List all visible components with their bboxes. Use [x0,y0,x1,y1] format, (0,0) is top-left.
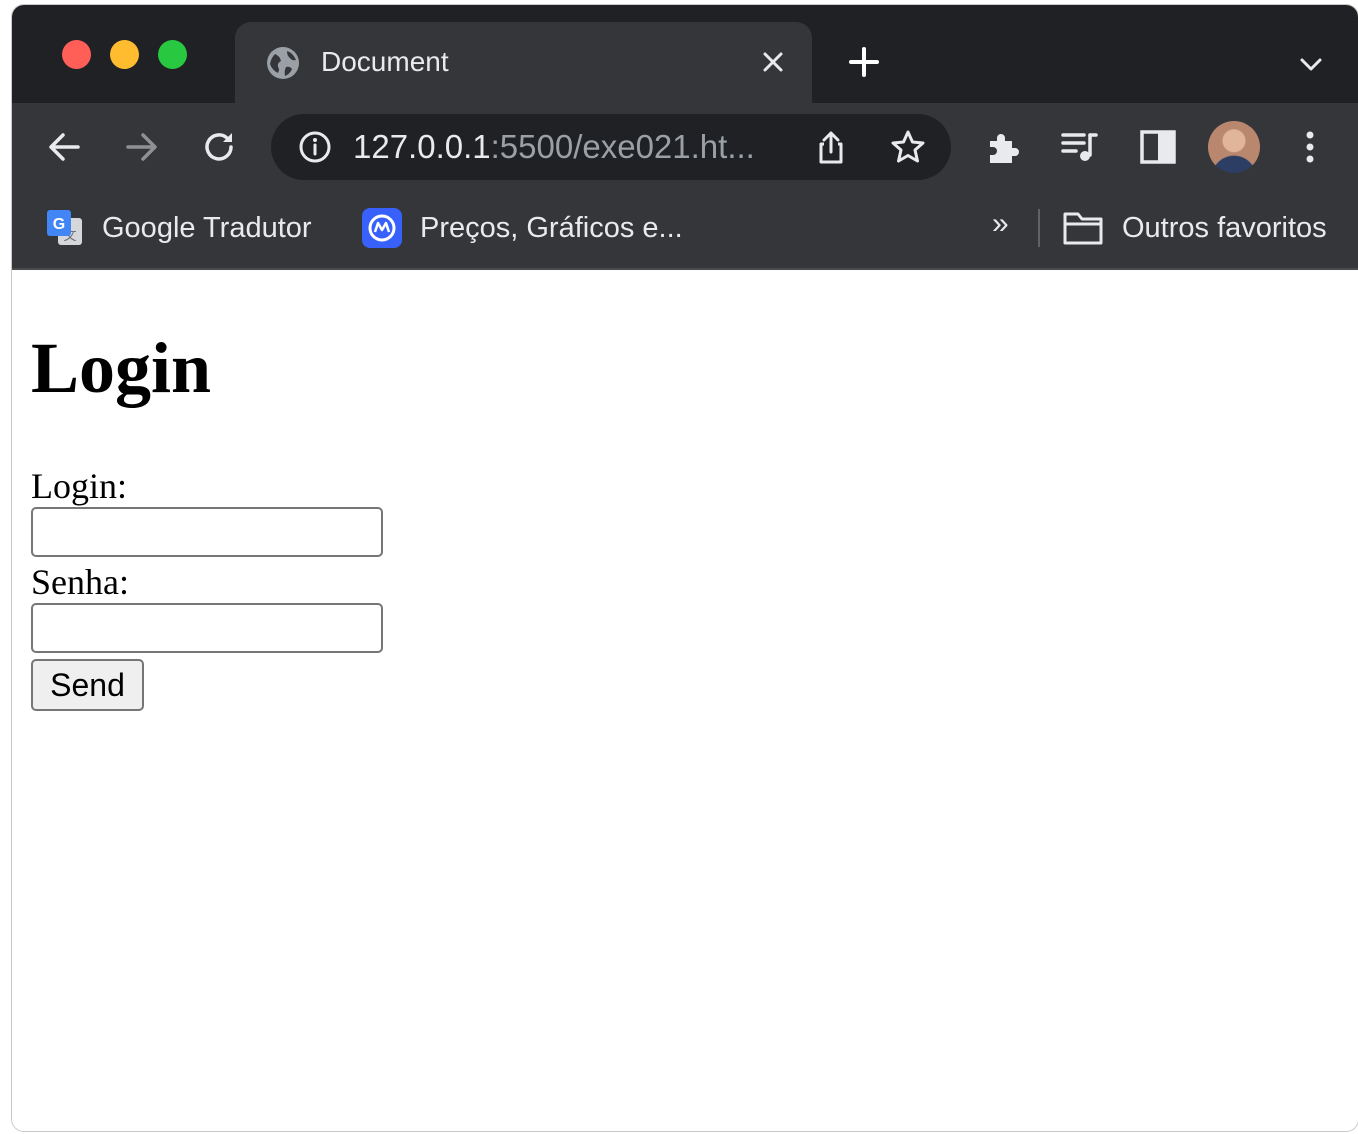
side-panel-icon[interactable] [1138,127,1178,167]
maximize-window-button[interactable] [158,40,187,69]
url-host: 127.0.0.1 [353,128,491,165]
password-label: Senha: [31,562,129,602]
kebab-menu-icon[interactable] [1290,127,1330,167]
minimize-window-button[interactable] [110,40,139,69]
tab-title: Document [321,46,449,77]
browser-toolbar: 127.0.0.1:5500/exe021.ht... [12,103,1358,189]
send-button[interactable]: Send [31,659,144,711]
reload-icon[interactable] [199,127,239,167]
page-title: Login [31,328,212,408]
share-icon[interactable] [811,128,851,168]
playlist-icon[interactable] [1060,127,1100,167]
close-icon[interactable] [755,44,791,80]
info-icon[interactable] [295,127,335,167]
password-input[interactable] [31,603,383,653]
globe-icon [267,47,299,79]
bookmark-label: Outros favoritos [1122,211,1327,244]
bookmark-label: Preços, Gráficos e... [420,211,683,244]
chevron-down-icon[interactable] [1294,47,1328,81]
arrow-right-icon[interactable] [122,127,162,167]
bookmarks-divider [1038,209,1040,247]
bookmark-label: Google Tradutor [102,211,312,244]
login-input[interactable] [31,507,383,557]
star-icon[interactable] [888,127,928,167]
address-bar[interactable]: 127.0.0.1:5500/exe021.ht... [271,114,951,180]
folder-icon [1063,212,1103,245]
page-content: Login Login: Senha: Send [12,270,1358,1131]
bookmark-google-tradutor[interactable]: 文 G Google Tradutor [46,209,312,247]
bookmarks-bar: 文 G Google Tradutor Preços, Gráficos e..… [12,189,1358,270]
google-translate-icon: 文 G [47,210,82,245]
url-path: :5500/exe021.ht... [490,128,755,165]
login-label: Login: [31,466,127,506]
bookmark-precos-graficos[interactable]: Preços, Gráficos e... [362,208,683,248]
plus-icon[interactable] [846,44,882,80]
coinmarket-icon [362,208,402,248]
url-text[interactable]: 127.0.0.1:5500/exe021.ht... [353,128,755,166]
tab-document[interactable]: Document [235,22,812,103]
svg-text:G: G [53,216,65,233]
close-window-button[interactable] [62,40,91,69]
profile-avatar[interactable] [1208,121,1260,173]
browser-window: Document 127.0.0.1:5500/exe021.ht... 文 G… [12,5,1358,1131]
puzzle-icon[interactable] [984,127,1024,167]
tab-strip: Document [12,5,1358,103]
bookmarks-overflow-button[interactable]: » [992,207,1009,241]
bookmark-outros-favoritos[interactable]: Outros favoritos [1062,209,1327,247]
arrow-left-icon[interactable] [44,127,84,167]
